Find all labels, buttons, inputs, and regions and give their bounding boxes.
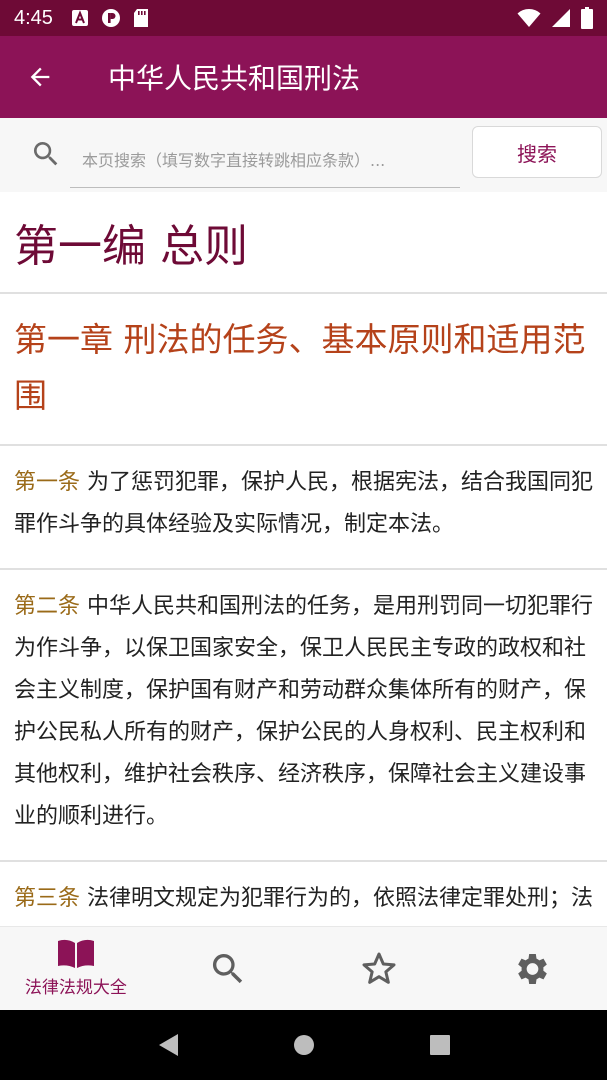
star-icon bbox=[362, 952, 396, 984]
circle-p-icon bbox=[101, 9, 120, 27]
book-icon bbox=[57, 939, 94, 968]
article-text: 法律明文规定为犯罪行为的，依照法律定罪处刑；法律没有明文规定为犯罪行为的，不得定… bbox=[87, 886, 594, 911]
chapter-title: 第一章 刑法的任务、基本原则和适用范围 bbox=[0, 294, 607, 446]
law-content[interactable]: 第一编 总则 第一章 刑法的任务、基本原则和适用范围 第一条 为了惩罚犯罪，保护… bbox=[0, 192, 607, 926]
search-icon bbox=[212, 953, 242, 983]
status-bar: 4:45 bbox=[0, 0, 607, 36]
search-field bbox=[70, 134, 460, 188]
article-item[interactable]: 第二条 中华人民共和国刑法的任务，是用刑罚同一切犯罪行为作斗争，以保卫国家安全，… bbox=[0, 570, 607, 862]
wifi-icon bbox=[517, 9, 541, 27]
article-label: 第二条 bbox=[14, 594, 81, 619]
article-item[interactable]: 第一条 为了惩罚犯罪，保护人民，根据宪法，结合我国同犯罪作斗争的具体经验及实际情… bbox=[0, 446, 607, 570]
nav-item-settings[interactable] bbox=[455, 927, 607, 1010]
arrow-left-icon bbox=[30, 67, 50, 87]
search-input[interactable] bbox=[70, 151, 460, 170]
part-title: 第一编 总则 bbox=[0, 192, 607, 294]
gear-icon bbox=[518, 953, 547, 984]
battery-icon bbox=[581, 7, 593, 29]
system-nav-bar bbox=[0, 1010, 607, 1080]
nav-item-favorites[interactable] bbox=[304, 927, 456, 1010]
nav-label-laws: 法律法规大全 bbox=[24, 978, 127, 998]
sd-card-icon bbox=[133, 9, 148, 27]
search-button[interactable]: 搜索 bbox=[472, 126, 602, 178]
recents-square-icon[interactable] bbox=[429, 1034, 451, 1056]
status-system-icons bbox=[517, 7, 593, 29]
back-triangle-icon[interactable] bbox=[156, 1032, 180, 1058]
app-bar: 中华人民共和国刑法 bbox=[0, 36, 607, 118]
search-bar: 搜索 bbox=[0, 118, 607, 192]
back-button[interactable] bbox=[0, 36, 80, 118]
home-circle-icon[interactable] bbox=[292, 1033, 316, 1057]
page-title: 中华人民共和国刑法 bbox=[108, 62, 361, 95]
article-label: 第一条 bbox=[14, 470, 81, 495]
status-notification-icons bbox=[71, 8, 149, 28]
article-label: 第三条 bbox=[14, 886, 81, 911]
signal-icon bbox=[552, 9, 570, 27]
status-time: 4:45 bbox=[14, 6, 53, 29]
text-a-icon bbox=[71, 10, 88, 26]
article-text: 中华人民共和国刑法的任务，是用刑罚同一切犯罪行为作斗争，以保卫国家安全，保卫人民… bbox=[14, 594, 594, 829]
search-icon bbox=[33, 141, 58, 166]
article-text: 为了惩罚犯罪，保护人民，根据宪法，结合我国同犯罪作斗争的具体经验及实际情况，制定… bbox=[14, 470, 594, 537]
article-item[interactable]: 第三条 法律明文规定为犯罪行为的，依照法律定罪处刑；法律没有明文规定为犯罪行为的… bbox=[0, 862, 607, 926]
nav-item-laws[interactable]: 法律法规大全 bbox=[0, 927, 152, 1010]
bottom-nav: 法律法规大全 bbox=[0, 926, 607, 1010]
nav-item-search[interactable] bbox=[152, 927, 304, 1010]
